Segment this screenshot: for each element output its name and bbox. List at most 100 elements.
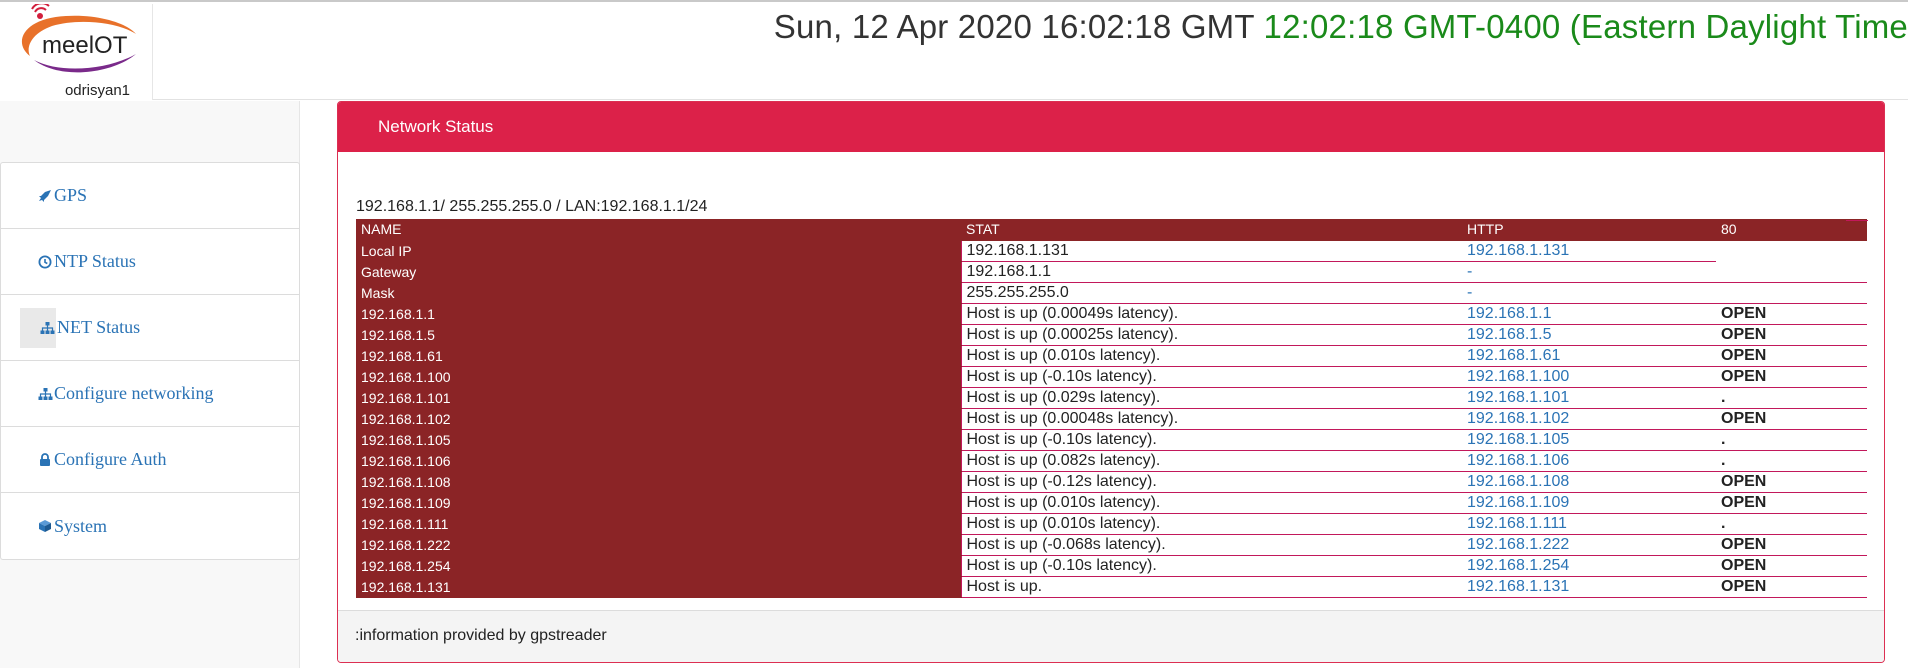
http-link: -	[1462, 282, 1716, 304]
http-link[interactable]: 192.168.1.131	[1462, 240, 1716, 262]
http-link[interactable]: 192.168.1.105	[1462, 429, 1716, 451]
username-label: odrisyan1	[64, 82, 131, 99]
port-status-cell: OPEN	[1716, 534, 1867, 556]
http-link[interactable]: 192.168.1.101	[1462, 387, 1716, 409]
sidebar-item-gps[interactable]: GPS	[1, 163, 299, 229]
sitemap-icon	[20, 307, 56, 348]
http-link[interactable]: 192.168.1.61	[1462, 345, 1716, 367]
host-name-cell: 192.168.1.1	[356, 303, 961, 325]
table-row: 192.168.1.111 Host is up (0.010s latency)…	[356, 513, 1867, 535]
table-row: 192.168.1.254 Host is up (-0.10s latency)…	[356, 555, 1867, 577]
port-status-cell: OPEN	[1716, 555, 1867, 577]
table-row: Gateway 192.168.1.1-	[356, 261, 1867, 283]
clock-display: Sun, 12 Apr 2020 16:02:18 GMT 12:02:18 G…	[774, 8, 1908, 46]
port-status-cell	[1716, 240, 1867, 261]
table-row: 192.168.1.1 Host is up (0.00049s latency)…	[356, 303, 1867, 325]
host-status-cell: Host is up (0.029s latency).	[960, 387, 1462, 409]
port-status-cell: .	[1716, 429, 1867, 451]
sidebar-item-label: System	[54, 515, 108, 536]
column-header-name: NAME	[356, 219, 961, 241]
host-name-cell: 192.168.1.105	[356, 429, 961, 451]
table-row: 192.168.1.131 Host is up. 192.168.1.131 OPE…	[356, 576, 1867, 598]
sidebar-item-label: Configure Auth	[54, 449, 167, 469]
host-status-cell: Host is up (-0.12s latency).	[960, 471, 1462, 493]
sidebar-item-configure-networking[interactable]: Configure networking	[1, 361, 299, 427]
host-name-cell: 192.168.1.131	[356, 576, 961, 598]
table-row: 192.168.1.102 Host is up (0.00048s latenc…	[356, 408, 1867, 430]
host-status-cell: Host is up (0.010s latency).	[960, 513, 1462, 535]
port-status-cell: OPEN	[1716, 345, 1867, 367]
host-name-cell: 192.168.1.109	[356, 492, 961, 514]
port-status-cell: OPEN	[1716, 492, 1867, 514]
cube-icon	[37, 518, 53, 534]
sidebar-item-net-status[interactable]: NET Status	[1, 295, 299, 361]
port-status-cell: OPEN	[1716, 471, 1867, 493]
host-name-cell: 192.168.1.101	[356, 387, 961, 409]
panel-title: Network Status	[338, 102, 1884, 152]
lock-icon	[37, 452, 53, 468]
host-status-cell: 192.168.1.1	[960, 261, 1462, 283]
table-row: 192.168.1.100 Host is up (-0.10s latency)…	[356, 366, 1867, 388]
http-link[interactable]: 192.168.1.1	[1462, 303, 1716, 325]
host-status-cell: 192.168.1.131	[960, 240, 1462, 262]
port-status-cell	[1716, 261, 1867, 283]
table-header-row: NAME STAT HTTP 80	[356, 219, 1867, 241]
http-link[interactable]: 192.168.1.131	[1462, 576, 1716, 598]
http-link[interactable]: 192.168.1.102	[1462, 408, 1716, 430]
table-row: Local IP 192.168.1.131 192.168.1.131	[356, 240, 1867, 262]
http-link[interactable]: 192.168.1.100	[1462, 366, 1716, 388]
table-row: 192.168.1.5 Host is up (0.00025s latency)…	[356, 324, 1867, 346]
port-status-cell: OPEN	[1716, 408, 1867, 430]
panel-footer: :information provided by gpstreader	[338, 610, 1884, 662]
column-header-stat: STAT	[961, 219, 1462, 241]
host-name-cell: 192.168.1.106	[356, 450, 961, 472]
sidebar-nav: GPS NTP Status NET Status Configure netw…	[0, 162, 300, 560]
column-header-port: 80	[1716, 219, 1867, 241]
host-status-cell: Host is up (-0.068s latency).	[960, 534, 1462, 556]
port-status-cell: .	[1716, 513, 1867, 535]
table-row: Mask 255.255.255.0-	[356, 282, 1867, 304]
port-status-cell	[1716, 282, 1867, 304]
http-link: -	[1462, 261, 1716, 283]
table-row: 192.168.1.101 Host is up (0.029s latency)…	[356, 387, 1867, 409]
clock-icon	[37, 254, 53, 270]
sidebar-item-label: GPS	[54, 185, 88, 205]
host-name-cell: 192.168.1.61	[356, 345, 961, 367]
sidebar-item-ntp-status[interactable]: NTP Status	[1, 229, 299, 295]
table-row: 192.168.1.222 Host is up (-0.068s latency…	[356, 534, 1867, 556]
port-status-cell: OPEN	[1716, 366, 1867, 388]
table-row: 192.168.1.108 Host is up (-0.12s latency)…	[356, 471, 1867, 493]
http-link[interactable]: 192.168.1.222	[1462, 534, 1716, 556]
port-status-cell: OPEN	[1716, 324, 1867, 346]
logo-graphic: meelOT	[21, 4, 136, 73]
table-row: 192.168.1.61 Host is up (0.010s latency).…	[356, 345, 1867, 367]
table-row: 192.168.1.106 Host is up (0.082s latency)…	[356, 450, 1867, 472]
host-name-cell: 192.168.1.222	[356, 534, 961, 556]
http-link[interactable]: 192.168.1.109	[1462, 492, 1716, 514]
http-link[interactable]: 192.168.1.254	[1462, 555, 1716, 577]
sidebar-item-system[interactable]: System	[1, 493, 299, 559]
host-name-cell: Mask	[356, 282, 961, 304]
sidebar-item-label: Configure networking	[54, 383, 214, 403]
host-name-cell: 192.168.1.111	[356, 513, 961, 535]
http-link[interactable]: 192.168.1.5	[1462, 324, 1716, 346]
rocket-icon	[37, 188, 53, 204]
host-status-cell: Host is up (0.00049s latency).	[960, 303, 1462, 325]
column-header-http: HTTP	[1462, 219, 1716, 241]
port-status-cell: .	[1716, 387, 1867, 409]
http-link[interactable]: 192.168.1.108	[1462, 471, 1716, 493]
host-status-cell: Host is up (0.010s latency).	[960, 492, 1462, 514]
host-name-cell: 192.168.1.100	[356, 366, 961, 388]
sidebar-item-configure-auth[interactable]: Configure Auth	[1, 427, 299, 493]
sidebar-item-label: NET Status	[57, 317, 141, 337]
host-name-cell: Local IP	[356, 240, 961, 262]
logo-text: meelOT	[42, 32, 128, 59]
http-link[interactable]: 192.168.1.106	[1462, 450, 1716, 472]
network-status-panel: Network Status 192.168.1.1/ 255.255.255.…	[337, 101, 1885, 663]
sidebar-item-label: NTP Status	[54, 251, 136, 271]
utc-time: Sun, 12 Apr 2020 16:02:18 GMT	[773, 8, 1255, 45]
http-link[interactable]: 192.168.1.111	[1462, 513, 1716, 535]
header-underline	[1846, 220, 1868, 221]
top-header: meelOT odrisyan1 Sun, 12 Apr 2020 16:02:…	[0, 0, 1908, 100]
host-status-cell: Host is up (-0.10s latency).	[960, 366, 1462, 388]
